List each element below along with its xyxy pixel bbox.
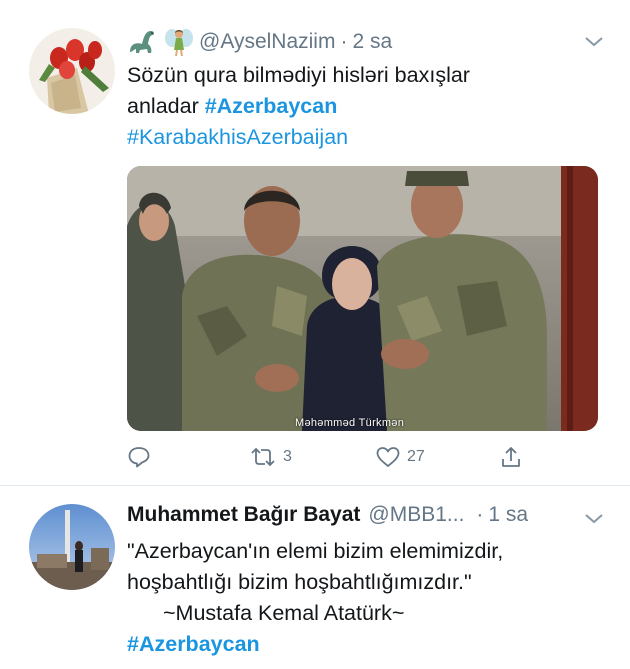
tweet-text-line: anladar: [127, 94, 205, 118]
tweet-photo[interactable]: Məhəmməd Türkmən: [127, 166, 598, 431]
tweet-text-line: "Azerbaycan'ın elemi bizim elemimizdir,: [127, 539, 504, 563]
tweet-author-name[interactable]: Muhammet Bağır Bayat: [127, 503, 360, 527]
retweet-count: 3: [283, 448, 292, 465]
tweet-author-handle[interactable]: @MBB1...: [368, 503, 464, 527]
like-count: 27: [407, 448, 425, 465]
chevron-down-icon[interactable]: [583, 34, 605, 48]
reply-button[interactable]: [127, 445, 151, 469]
like-button[interactable]: 27: [375, 445, 425, 469]
sauropod-icon: [127, 26, 159, 58]
tweet-timestamp[interactable]: 2 sa: [352, 30, 392, 54]
tweet-author-handle[interactable]: @AyselNaziim: [199, 30, 335, 54]
avatar-mbb[interactable]: [29, 504, 115, 590]
fairy-icon: [163, 26, 195, 58]
tweet-text-line: ~Mustafa Kemal Atatürk~: [163, 601, 405, 625]
hashtag-link[interactable]: #Azerbaycan: [127, 632, 260, 656]
separator-dot: ·: [340, 30, 348, 53]
avatar-ayselnaziim[interactable]: [29, 28, 115, 114]
hashtag-link[interactable]: #KarabakhisAzerbaijan: [127, 125, 348, 149]
reply-icon: [128, 447, 150, 468]
retweet-button[interactable]: 3: [249, 445, 292, 469]
separator-dot: ·: [476, 503, 484, 526]
photo-credit: Məhəmməd Türkmən: [295, 417, 405, 429]
tweet-timestamp[interactable]: 1 sa: [488, 503, 528, 527]
tweet-text: Sözün qura bilmədiyi hisləri baxışlar an…: [127, 60, 597, 153]
retweet-icon: [251, 447, 275, 467]
share-button[interactable]: [499, 445, 523, 469]
tweet-text: "Azerbaycan'ın elemi bizim elemimizdir, …: [127, 536, 597, 660]
hashtag-link[interactable]: #Azerbaycan: [205, 94, 338, 118]
heart-icon: [376, 447, 400, 467]
tweet-text-line: Sözün qura bilmədiyi hisləri baxışlar: [127, 63, 470, 87]
chevron-down-icon[interactable]: [583, 511, 605, 525]
share-icon: [502, 447, 520, 467]
tweet-text-line: hoşbahtlığı bizim hoşbahtlığımızdır.": [127, 570, 472, 594]
